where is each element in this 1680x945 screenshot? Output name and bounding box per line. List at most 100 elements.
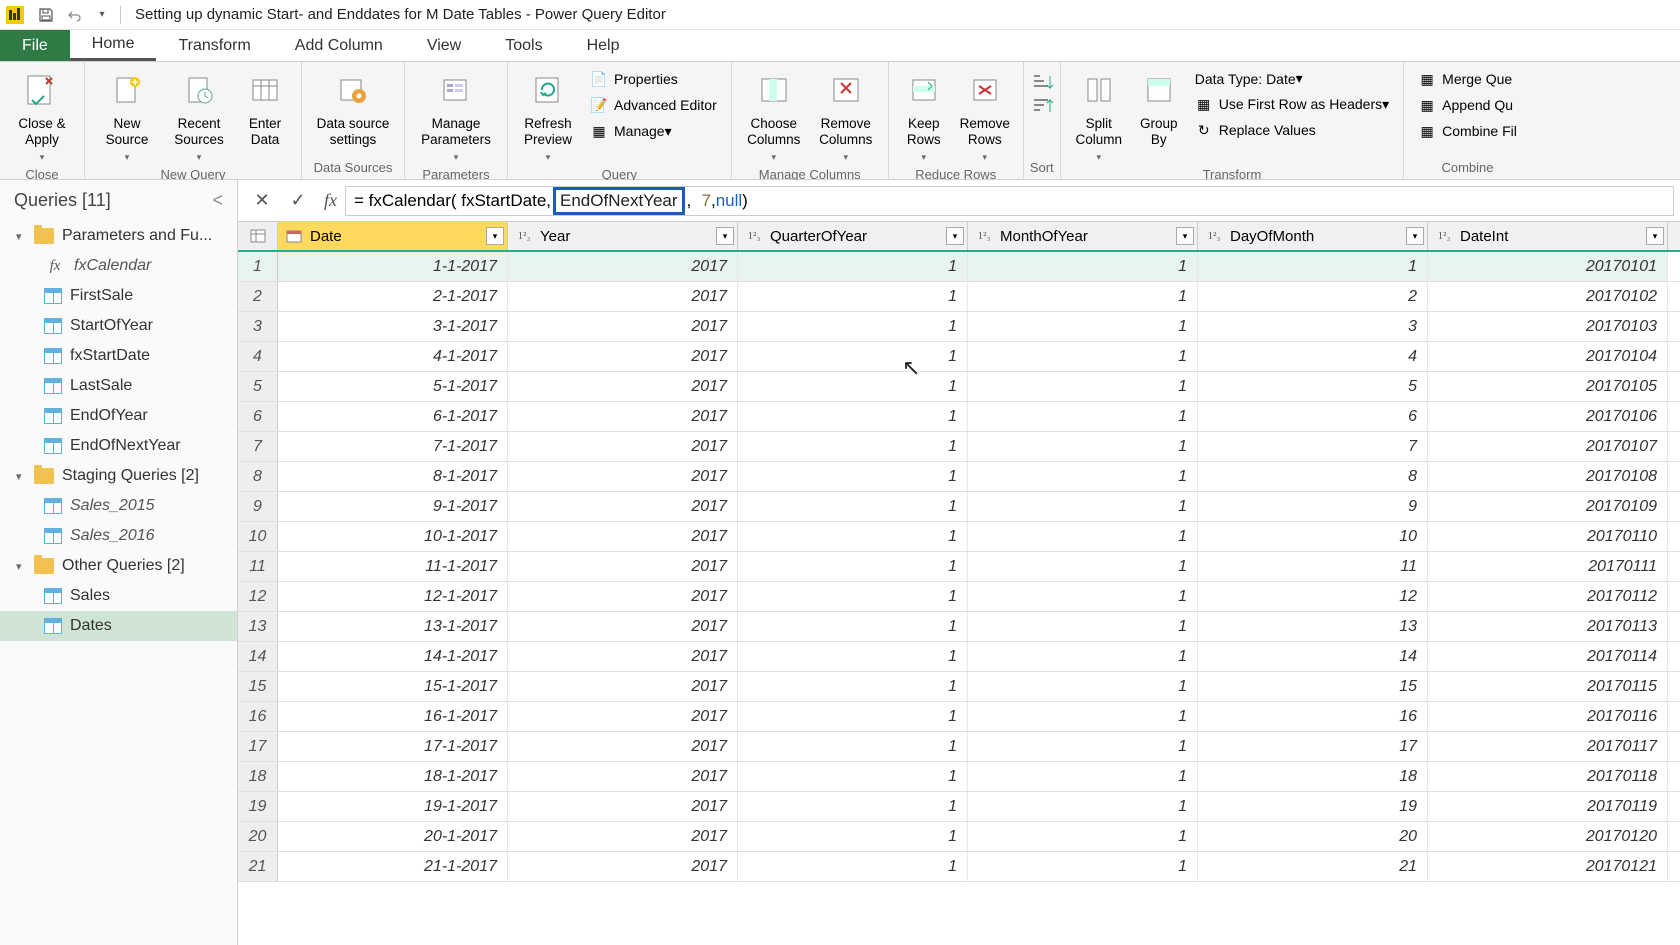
cell-year[interactable]: 2017 <box>508 252 738 281</box>
cell-month[interactable]: 1 <box>968 702 1198 731</box>
table-row[interactable]: 1515-1-20172017111520170115 <box>238 672 1680 702</box>
cell-month[interactable]: 1 <box>968 342 1198 371</box>
tab-help[interactable]: Help <box>565 30 642 61</box>
recent-sources-button[interactable]: Recent Sources▾ <box>163 66 235 165</box>
cell-dateint[interactable]: 20170101 <box>1428 252 1668 281</box>
cell-month[interactable]: 1 <box>968 822 1198 851</box>
cell-year[interactable]: 2017 <box>508 612 738 641</box>
cell-date[interactable]: 17-1-2017 <box>278 732 508 761</box>
collapse-pane-icon[interactable]: < <box>212 190 223 211</box>
table-row[interactable]: 1818-1-20172017111820170118 <box>238 762 1680 792</box>
cell-month[interactable]: 1 <box>968 642 1198 671</box>
formula-input[interactable]: = fxCalendar( fxStartDate, EndOfNextYear… <box>345 186 1674 216</box>
column-header-day[interactable]: 1²₃ DayOfMonth ▾ <box>1198 222 1428 250</box>
cell-dateint[interactable]: 20170116 <box>1428 702 1668 731</box>
query-sales2016[interactable]: Sales_2016 <box>0 521 237 551</box>
table-row[interactable]: 1111-1-20172017111120170111 <box>238 552 1680 582</box>
group-by-button[interactable]: Group By <box>1131 66 1187 148</box>
cell-day[interactable]: 3 <box>1198 312 1428 341</box>
query-firstsale[interactable]: FirstSale <box>0 281 237 311</box>
cell-day[interactable]: 21 <box>1198 852 1428 881</box>
cell-month[interactable]: 1 <box>968 492 1198 521</box>
cell-day[interactable]: 19 <box>1198 792 1428 821</box>
cell-quarter[interactable]: 1 <box>738 732 968 761</box>
combine-files-button[interactable]: ▦Combine Fil <box>1414 120 1521 142</box>
cell-date[interactable]: 12-1-2017 <box>278 582 508 611</box>
cell-dateint[interactable]: 20170120 <box>1428 822 1668 851</box>
cell-day[interactable]: 6 <box>1198 402 1428 431</box>
cell-date[interactable]: 11-1-2017 <box>278 552 508 581</box>
qat-save-icon[interactable] <box>35 4 57 26</box>
column-filter-icon[interactable]: ▾ <box>716 227 734 245</box>
tab-view[interactable]: View <box>405 30 483 61</box>
table-row[interactable]: 2121-1-20172017112120170121 <box>238 852 1680 882</box>
cell-day[interactable]: 4 <box>1198 342 1428 371</box>
cell-date[interactable]: 8-1-2017 <box>278 462 508 491</box>
sort-desc-button[interactable] <box>1030 96 1054 116</box>
cell-month[interactable]: 1 <box>968 432 1198 461</box>
cell-quarter[interactable]: 1 <box>738 762 968 791</box>
cell-day[interactable]: 5 <box>1198 372 1428 401</box>
cell-day[interactable]: 14 <box>1198 642 1428 671</box>
table-row[interactable]: 11-1-2017201711120170101 <box>238 252 1680 282</box>
cell-dateint[interactable]: 20170110 <box>1428 522 1668 551</box>
column-header-year[interactable]: 1²₃ Year ▾ <box>508 222 738 250</box>
cell-quarter[interactable]: 1 <box>738 672 968 701</box>
enter-data-button[interactable]: Enter Data <box>235 66 295 148</box>
data-type-button[interactable]: Data Type: Date ▾ <box>1191 68 1393 89</box>
cell-day[interactable]: 1 <box>1198 252 1428 281</box>
cell-month[interactable]: 1 <box>968 762 1198 791</box>
table-row[interactable]: 22-1-2017201711220170102 <box>238 282 1680 312</box>
cell-month[interactable]: 1 <box>968 672 1198 701</box>
cell-year[interactable]: 2017 <box>508 312 738 341</box>
table-row[interactable]: 77-1-2017201711720170107 <box>238 432 1680 462</box>
cell-year[interactable]: 2017 <box>508 852 738 881</box>
grid-body[interactable]: 11-1-201720171112017010122-1-20172017112… <box>238 252 1680 945</box>
cell-date[interactable]: 14-1-2017 <box>278 642 508 671</box>
cell-quarter[interactable]: 1 <box>738 372 968 401</box>
column-filter-icon[interactable]: ▾ <box>1176 227 1194 245</box>
keep-rows-button[interactable]: Keep Rows▾ <box>895 66 953 165</box>
cell-dateint[interactable]: 20170115 <box>1428 672 1668 701</box>
cell-day[interactable]: 12 <box>1198 582 1428 611</box>
cell-quarter[interactable]: 1 <box>738 522 968 551</box>
first-row-headers-button[interactable]: ▦Use First Row as Headers ▾ <box>1191 93 1393 115</box>
column-filter-icon[interactable]: ▾ <box>1646 227 1664 245</box>
cell-date[interactable]: 21-1-2017 <box>278 852 508 881</box>
remove-rows-button[interactable]: Remove Rows▾ <box>953 66 1017 165</box>
table-row[interactable]: 55-1-2017201711520170105 <box>238 372 1680 402</box>
cell-quarter[interactable]: 1 <box>738 852 968 881</box>
table-row[interactable]: 2020-1-20172017112020170120 <box>238 822 1680 852</box>
query-lastsale[interactable]: LastSale <box>0 371 237 401</box>
cell-day[interactable]: 11 <box>1198 552 1428 581</box>
table-row[interactable]: 99-1-2017201711920170109 <box>238 492 1680 522</box>
cell-quarter[interactable]: 1 <box>738 642 968 671</box>
cell-year[interactable]: 2017 <box>508 342 738 371</box>
cell-date[interactable]: 15-1-2017 <box>278 672 508 701</box>
cell-dateint[interactable]: 20170118 <box>1428 762 1668 791</box>
cell-month[interactable]: 1 <box>968 792 1198 821</box>
cell-quarter[interactable]: 1 <box>738 552 968 581</box>
cell-dateint[interactable]: 20170111 <box>1428 552 1668 581</box>
sort-asc-button[interactable] <box>1030 72 1054 92</box>
cell-dateint[interactable]: 20170117 <box>1428 732 1668 761</box>
cell-year[interactable]: 2017 <box>508 822 738 851</box>
cell-dateint[interactable]: 20170108 <box>1428 462 1668 491</box>
cell-dateint[interactable]: 20170103 <box>1428 312 1668 341</box>
properties-button[interactable]: 📄Properties <box>586 68 721 90</box>
table-row[interactable]: 44-1-2017201711420170104 <box>238 342 1680 372</box>
query-sales[interactable]: Sales <box>0 581 237 611</box>
cell-dateint[interactable]: 20170119 <box>1428 792 1668 821</box>
query-fxstartdate[interactable]: fxStartDate <box>0 341 237 371</box>
table-row[interactable]: 66-1-2017201711620170106 <box>238 402 1680 432</box>
table-row[interactable]: 1212-1-20172017111220170112 <box>238 582 1680 612</box>
cell-dateint[interactable]: 20170112 <box>1428 582 1668 611</box>
cell-day[interactable]: 10 <box>1198 522 1428 551</box>
advanced-editor-button[interactable]: 📝Advanced Editor <box>586 94 721 116</box>
cell-month[interactable]: 1 <box>968 462 1198 491</box>
query-dates[interactable]: Dates <box>0 611 237 641</box>
table-row[interactable]: 1414-1-20172017111420170114 <box>238 642 1680 672</box>
query-fxcalendar[interactable]: fxfxCalendar <box>0 251 237 281</box>
column-header-quarter[interactable]: 1²₃ QuarterOfYear ▾ <box>738 222 968 250</box>
query-startofyear[interactable]: StartOfYear <box>0 311 237 341</box>
